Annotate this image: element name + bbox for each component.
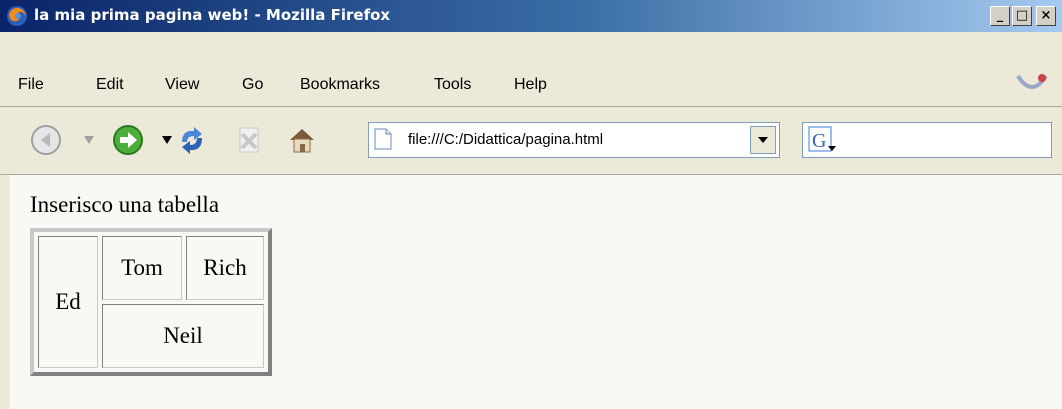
intro-text: Inserisco una tabella (30, 192, 220, 217)
reload-icon[interactable] (176, 124, 208, 156)
menu-tools[interactable]: Tools (434, 76, 471, 94)
google-icon[interactable]: G (808, 126, 838, 154)
address-text[interactable]: file:///C:/Didattica/pagina.html (408, 131, 603, 148)
close-button[interactable]: × (1036, 6, 1056, 26)
table-cell-tom: Tom (102, 236, 182, 300)
window-title: la mia prima pagina web! - Mozilla Firef… (34, 6, 391, 24)
table-cell-ed: Ed (38, 236, 98, 368)
title-bar: la mia prima pagina web! - Mozilla Firef… (0, 0, 1062, 32)
table-cell-rich: Rich (186, 236, 264, 300)
search-input[interactable] (802, 122, 1052, 158)
table-cell-neil: Neil (102, 304, 264, 368)
menu-file[interactable]: File (18, 76, 44, 94)
minimize-button[interactable]: _ (990, 6, 1010, 26)
menu-go[interactable]: Go (242, 76, 263, 94)
menu-help[interactable]: Help (514, 76, 547, 94)
maximize-button[interactable]: □ (1012, 6, 1032, 26)
menu-bookmarks[interactable]: Bookmarks (300, 76, 380, 94)
firefox-icon (7, 6, 27, 26)
menu-view[interactable]: View (165, 76, 199, 94)
forward-icon[interactable] (112, 124, 144, 156)
menu-edit[interactable]: Edit (96, 76, 124, 94)
home-icon[interactable] (286, 124, 318, 156)
menu-bar: File Edit View Go Bookmarks Tools Help (0, 32, 1062, 107)
stop-icon[interactable] (232, 124, 264, 156)
page-icon (374, 128, 392, 150)
forward-dropdown-icon[interactable] (162, 136, 172, 144)
demo-table: Ed Tom Rich Neil (30, 228, 272, 376)
window-border (0, 175, 10, 409)
address-dropdown-button[interactable] (750, 126, 776, 154)
throbber-icon (1016, 74, 1048, 89)
back-dropdown-icon[interactable] (84, 136, 94, 144)
chevron-down-icon (758, 137, 768, 143)
back-icon[interactable] (30, 124, 62, 156)
svg-text:G: G (812, 130, 826, 152)
